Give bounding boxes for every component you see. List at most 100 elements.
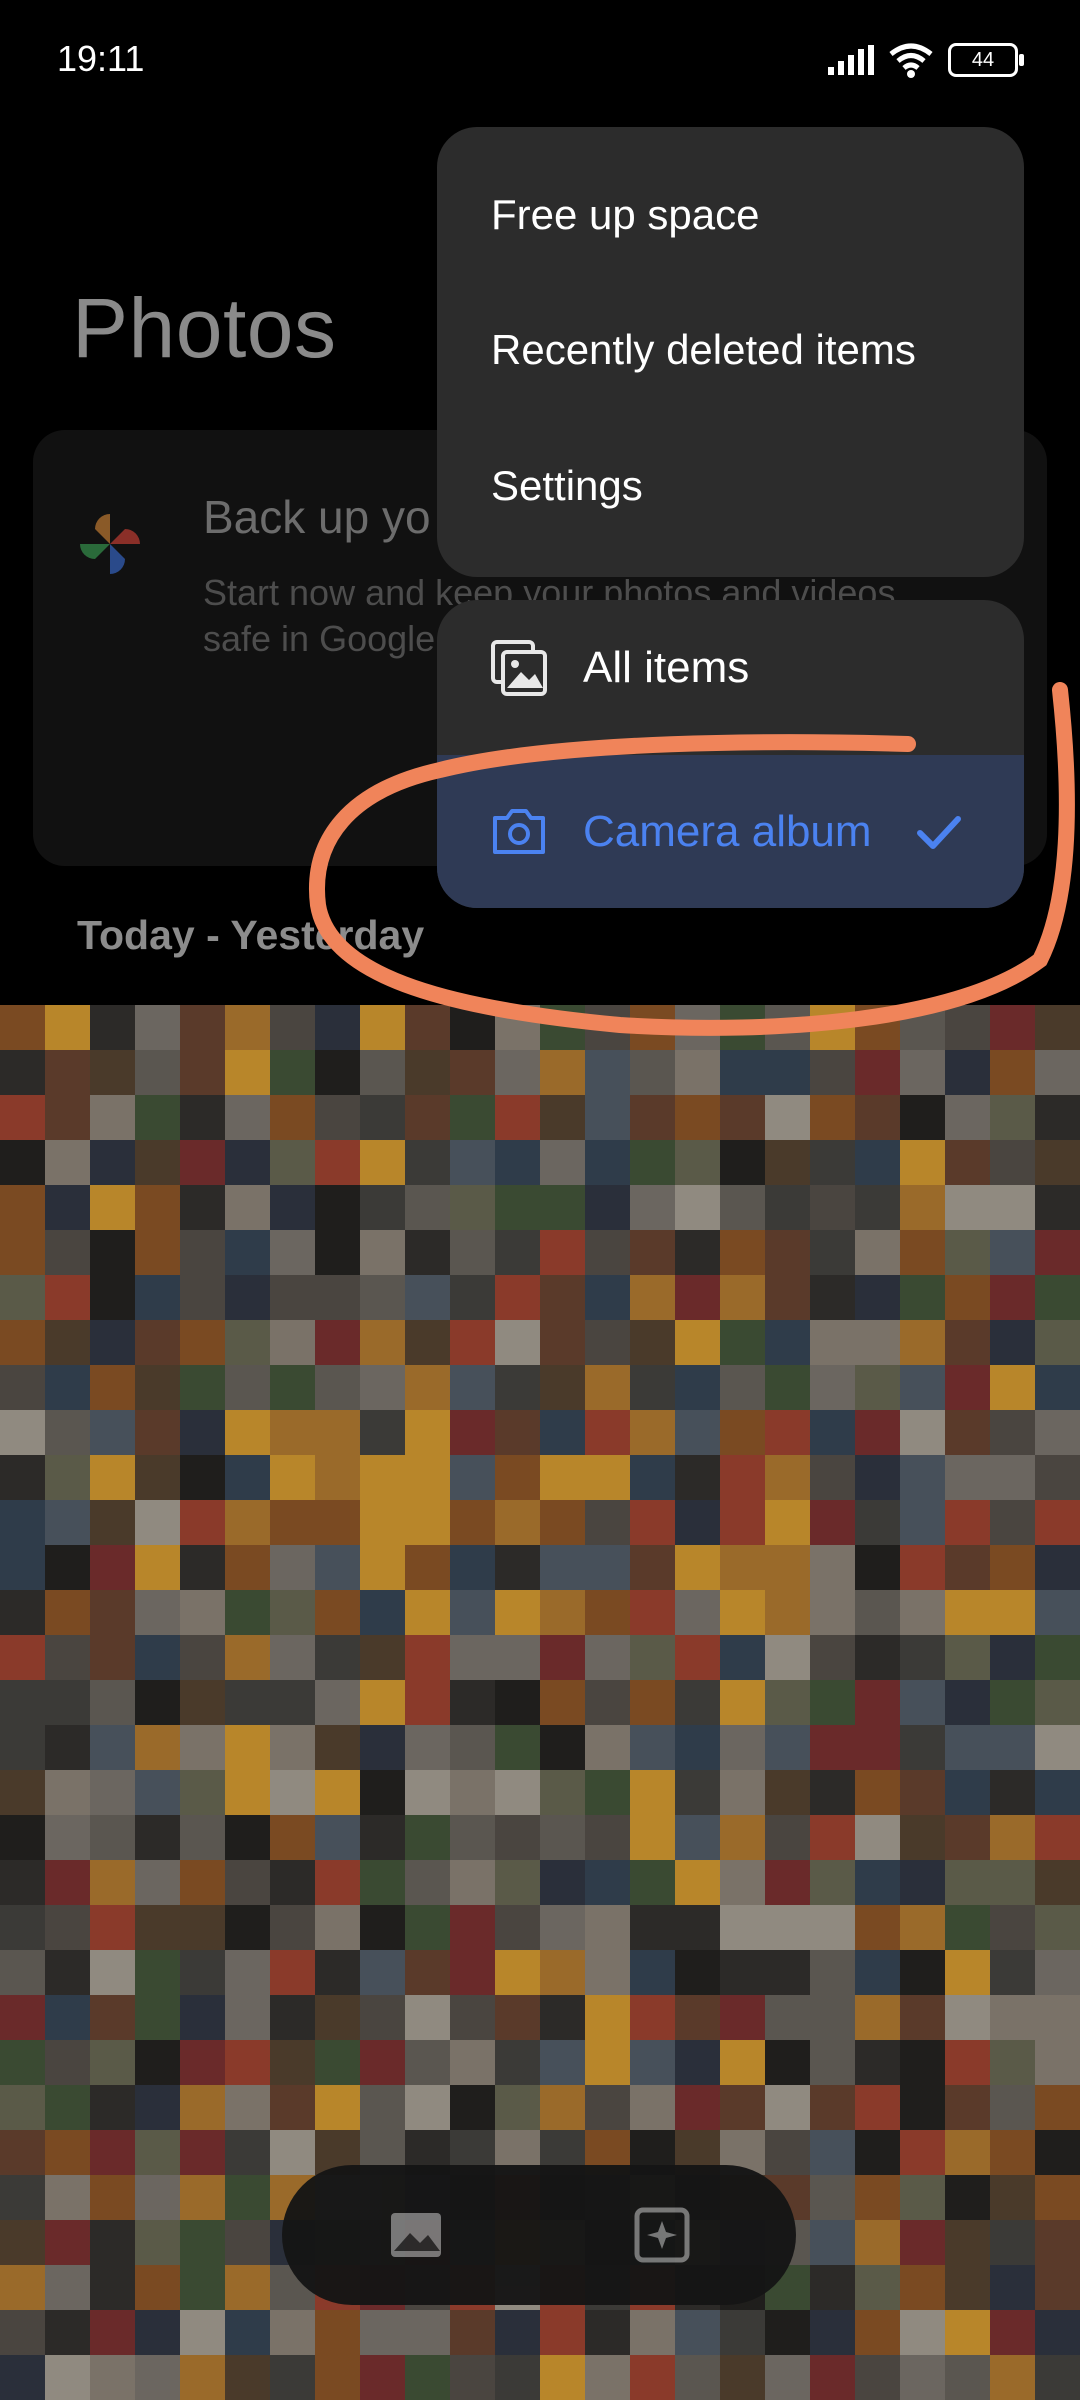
photo-tile <box>765 1410 810 1455</box>
photo-tile <box>585 2355 630 2400</box>
photo-tile <box>675 1500 720 1545</box>
photo-tile <box>630 1770 675 1815</box>
photo-tile <box>540 1860 585 1905</box>
menu-item-free-up-space[interactable]: Free up space <box>491 191 760 239</box>
photo-tile <box>225 1230 270 1275</box>
google-photos-pinwheel-icon <box>80 514 140 574</box>
photo-tile <box>225 1680 270 1725</box>
photo-tile <box>675 1680 720 1725</box>
photo-tile <box>630 1815 675 1860</box>
photo-tile <box>90 1815 135 1860</box>
photo-tile <box>990 1860 1035 1905</box>
menu-item-settings[interactable]: Settings <box>491 462 643 510</box>
photo-tile <box>945 2130 990 2175</box>
photo-tile <box>945 1230 990 1275</box>
battery-level: 44 <box>971 48 995 71</box>
photo-tile <box>450 1320 495 1365</box>
photo-tile <box>810 1050 855 1095</box>
photo-tile <box>585 1680 630 1725</box>
photo-icon[interactable] <box>386 2205 446 2265</box>
photo-tile <box>90 1410 135 1455</box>
photo-tile <box>540 1005 585 1050</box>
photo-tile <box>180 1095 225 1140</box>
photo-tile <box>1035 2310 1080 2355</box>
photo-tile <box>945 1365 990 1410</box>
photo-tile <box>450 2310 495 2355</box>
photo-tile <box>810 1680 855 1725</box>
photo-tile <box>225 1140 270 1185</box>
photo-tile <box>180 1275 225 1320</box>
photo-tile <box>360 1860 405 1905</box>
menu-item-recently-deleted[interactable]: Recently deleted items <box>491 326 916 374</box>
photo-tile <box>180 1365 225 1410</box>
photo-tile <box>45 1410 90 1455</box>
photo-tile <box>810 2040 855 2085</box>
photo-tile <box>720 1905 765 1950</box>
photo-tile <box>315 1635 360 1680</box>
photo-tile <box>405 1230 450 1275</box>
photo-tile <box>405 2085 450 2130</box>
photo-tile <box>315 1500 360 1545</box>
photo-tile <box>945 1410 990 1455</box>
photo-tile <box>450 1635 495 1680</box>
photo-tile <box>945 2265 990 2310</box>
photo-tile <box>720 2355 765 2400</box>
photo-tile <box>180 2220 225 2265</box>
photo-tile <box>675 1005 720 1050</box>
photo-tile <box>405 1005 450 1050</box>
photo-tile <box>630 2355 675 2400</box>
photo-tile <box>540 1950 585 1995</box>
photo-tile <box>945 1725 990 1770</box>
photo-tile <box>1035 1005 1080 1050</box>
photo-tile <box>135 2130 180 2175</box>
photo-tile <box>270 1860 315 1905</box>
backup-card-title: Back up yo <box>203 491 431 543</box>
photo-tile <box>180 1140 225 1185</box>
photo-tile <box>540 1995 585 2040</box>
photo-tile <box>495 2355 540 2400</box>
photo-tile <box>135 1950 180 1995</box>
album-selector-menu: All items Camera album <box>437 600 1024 908</box>
photo-tile <box>540 1095 585 1140</box>
photo-tile <box>765 2310 810 2355</box>
photo-tile <box>855 2220 900 2265</box>
photo-tile <box>90 2355 135 2400</box>
album-item-all-items[interactable]: All items <box>437 600 1024 736</box>
photo-tile <box>900 1815 945 1860</box>
photo-tile <box>720 1770 765 1815</box>
photo-tile <box>900 1320 945 1365</box>
sparkle-icon[interactable] <box>632 2205 692 2265</box>
photo-tile <box>765 1230 810 1275</box>
photo-tile <box>45 2175 90 2220</box>
photo-tile <box>675 2085 720 2130</box>
photo-tile <box>360 1275 405 1320</box>
photo-tile <box>180 1680 225 1725</box>
photo-tile <box>225 1725 270 1770</box>
gallery-stack-icon <box>491 640 547 696</box>
photo-tile <box>90 1140 135 1185</box>
photo-tile <box>990 1410 1035 1455</box>
photo-tile <box>765 1095 810 1140</box>
photo-tile <box>0 1995 45 2040</box>
photo-tile <box>1035 1320 1080 1365</box>
photo-tile <box>1035 1950 1080 1995</box>
photo-tile <box>0 2175 45 2220</box>
photo-tile <box>225 1995 270 2040</box>
photo-tile <box>540 1365 585 1410</box>
photo-tile <box>495 1635 540 1680</box>
photo-tile <box>630 2040 675 2085</box>
wifi-icon <box>889 43 933 78</box>
photo-tile <box>135 1635 180 1680</box>
album-item-camera-album[interactable]: Camera album <box>437 755 1024 908</box>
photo-tile <box>225 2265 270 2310</box>
photo-tile <box>765 1770 810 1815</box>
photo-tile <box>855 1275 900 1320</box>
photo-tile <box>540 1275 585 1320</box>
photo-tile <box>990 2085 1035 2130</box>
photo-tile <box>360 1050 405 1095</box>
photo-tile <box>315 1140 360 1185</box>
photo-tile <box>315 1950 360 1995</box>
photo-tile <box>450 1185 495 1230</box>
photo-tile <box>855 2265 900 2310</box>
photo-tile <box>765 1140 810 1185</box>
